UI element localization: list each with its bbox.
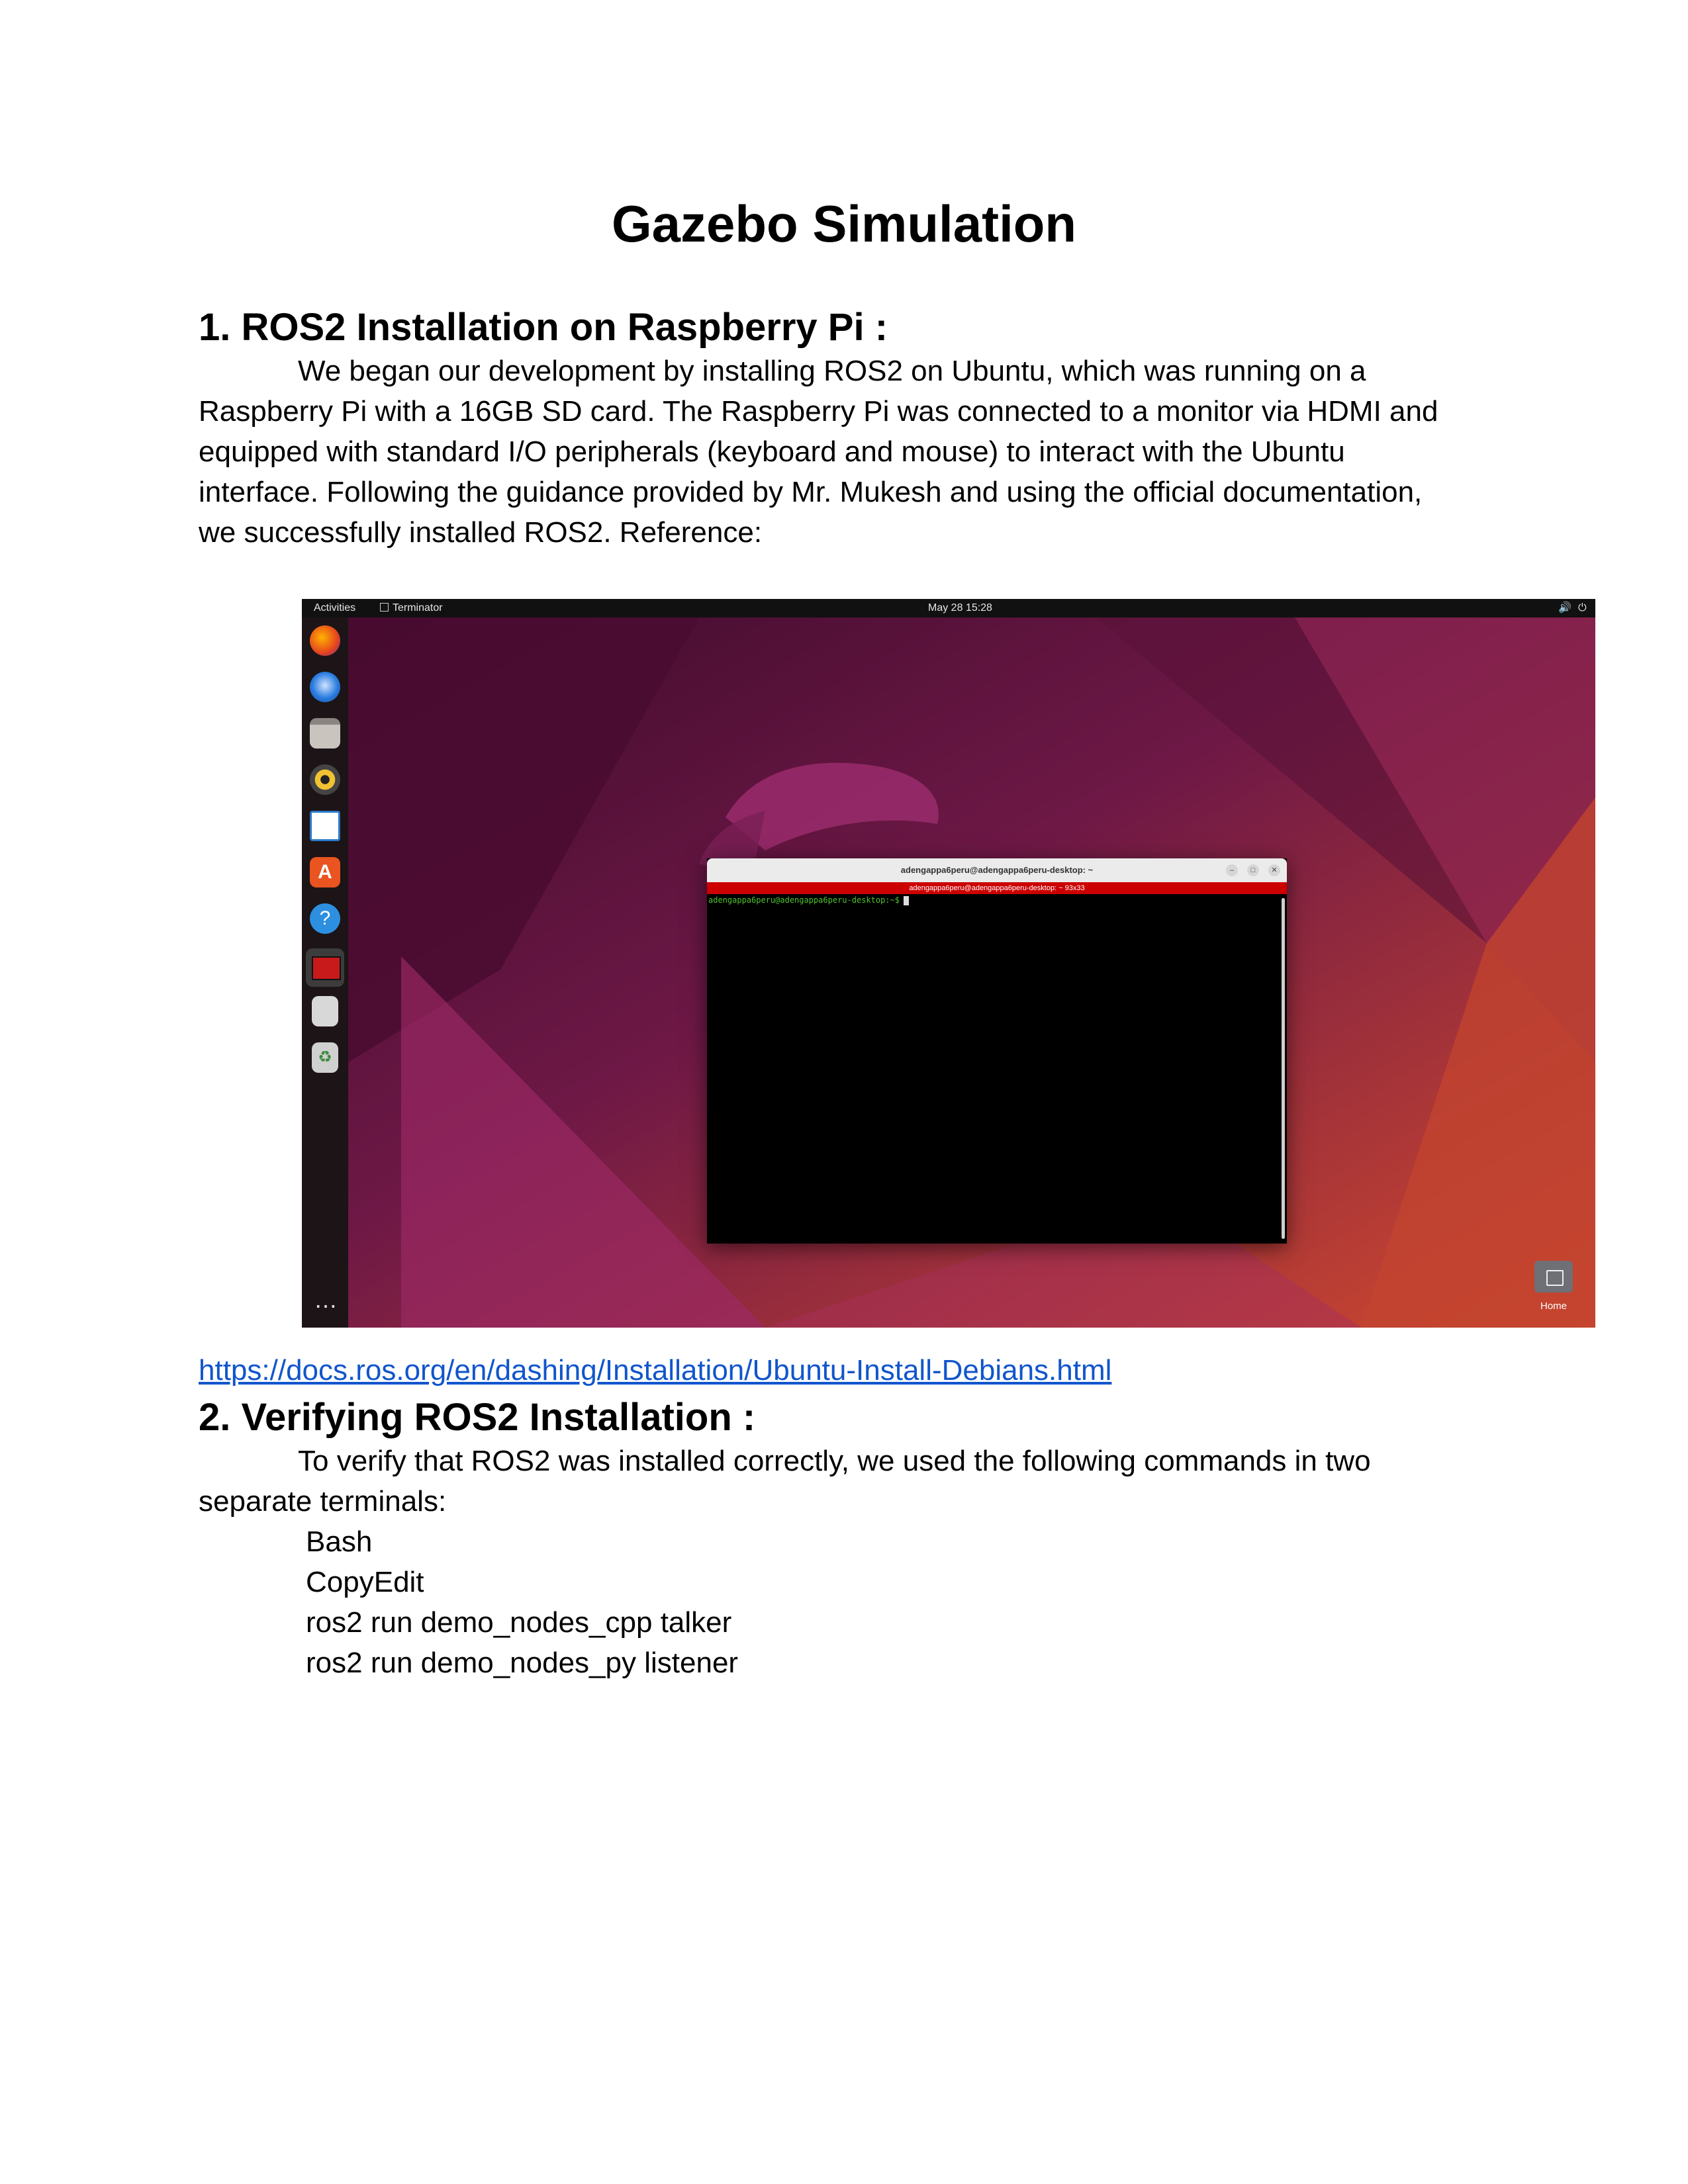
activities-button[interactable]: Activities: [314, 599, 355, 617]
home-folder-icon[interactable]: [1534, 1261, 1573, 1293]
section2-heading: 2. Verifying ROS2 Installation :: [199, 1396, 756, 1439]
terminal-tab[interactable]: adengappa6peru@adengappa6peru-desktop: ~…: [707, 882, 1287, 894]
paragraph-line: Raspberry Pi with a 16GB SD card. The Ra…: [199, 395, 1438, 428]
firefox-icon[interactable]: [310, 625, 340, 656]
power-icon[interactable]: ⏻: [1578, 599, 1587, 617]
clock[interactable]: May 28 15:28: [928, 599, 992, 617]
section1-heading: 1. ROS2 Installation on Raspberry Pi :: [199, 306, 888, 349]
paragraph-line: we successfully installed ROS2. Referenc…: [199, 516, 763, 549]
section1-paragraph: We began our development by installing R…: [199, 351, 1516, 553]
section2-paragraph: To verify that ROS2 was installed correc…: [199, 1441, 1516, 1522]
text-editor-icon[interactable]: [312, 996, 338, 1026]
cursor: [903, 895, 909, 905]
listener-command: ros2 run demo_nodes_py listener: [306, 1647, 739, 1679]
top-bar: Activities Terminator May 28 15:28 🔊 ⏻: [302, 599, 1595, 617]
libreoffice-writer-icon[interactable]: [310, 811, 340, 841]
command-list: Bash CopyEdit ros2 run demo_nodes_cpp ta…: [306, 1522, 738, 1683]
volume-icon[interactable]: 🔊: [1558, 599, 1571, 617]
app-menu[interactable]: Terminator: [380, 599, 443, 617]
files-icon[interactable]: [310, 718, 340, 749]
trash-icon[interactable]: ♻: [312, 1042, 338, 1073]
code-language-label: Bash: [306, 1525, 373, 1558]
paragraph-line: separate terminals:: [199, 1485, 447, 1518]
talker-command: ros2 run demo_nodes_cpp talker: [306, 1606, 732, 1639]
maximize-button[interactable]: □: [1247, 864, 1259, 876]
help-icon[interactable]: ?: [310, 903, 340, 934]
terminal-window[interactable]: adengappa6peru@adengappa6peru-desktop: ~…: [707, 858, 1287, 1244]
thunderbird-icon[interactable]: [310, 672, 340, 702]
home-folder-label: Home: [1540, 1300, 1567, 1312]
paragraph-line: equipped with standard I/O peripherals (…: [199, 435, 1345, 468]
paragraph-line: To verify that ROS2 was installed correc…: [298, 1445, 1371, 1477]
copy-edit-label: CopyEdit: [306, 1566, 424, 1598]
rhythmbox-icon[interactable]: [310, 764, 340, 795]
terminal-prompt[interactable]: adengappa6peru@adengappa6peru-desktop:~$: [708, 895, 909, 905]
page-title: Gazebo Simulation: [611, 195, 1077, 253]
close-button[interactable]: ✕: [1268, 864, 1280, 876]
terminal-titlebar[interactable]: adengappa6peru@adengappa6peru-desktop: ~: [707, 858, 1287, 882]
dock: A ? ♻ ⋯: [302, 617, 348, 1328]
software-center-icon[interactable]: A: [310, 857, 340, 887]
house-glyph: [1546, 1270, 1564, 1286]
terminator-icon[interactable]: [306, 948, 344, 987]
terminal-scrollbar[interactable]: [1282, 898, 1285, 1239]
paragraph-line: interface. Following the guidance provid…: [199, 476, 1423, 508]
terminator-small-icon: [380, 603, 389, 612]
ros-docs-link[interactable]: https://docs.ros.org/en/dashing/Installa…: [199, 1350, 1111, 1390]
minimize-button[interactable]: –: [1226, 864, 1238, 876]
show-applications-icon[interactable]: ⋯: [310, 1291, 340, 1322]
paragraph-line: We began our development by installing R…: [298, 355, 1366, 387]
terminator-glyph: [312, 956, 341, 980]
ubuntu-desktop-screenshot: Activities Terminator May 28 15:28 🔊 ⏻ A…: [302, 599, 1595, 1328]
